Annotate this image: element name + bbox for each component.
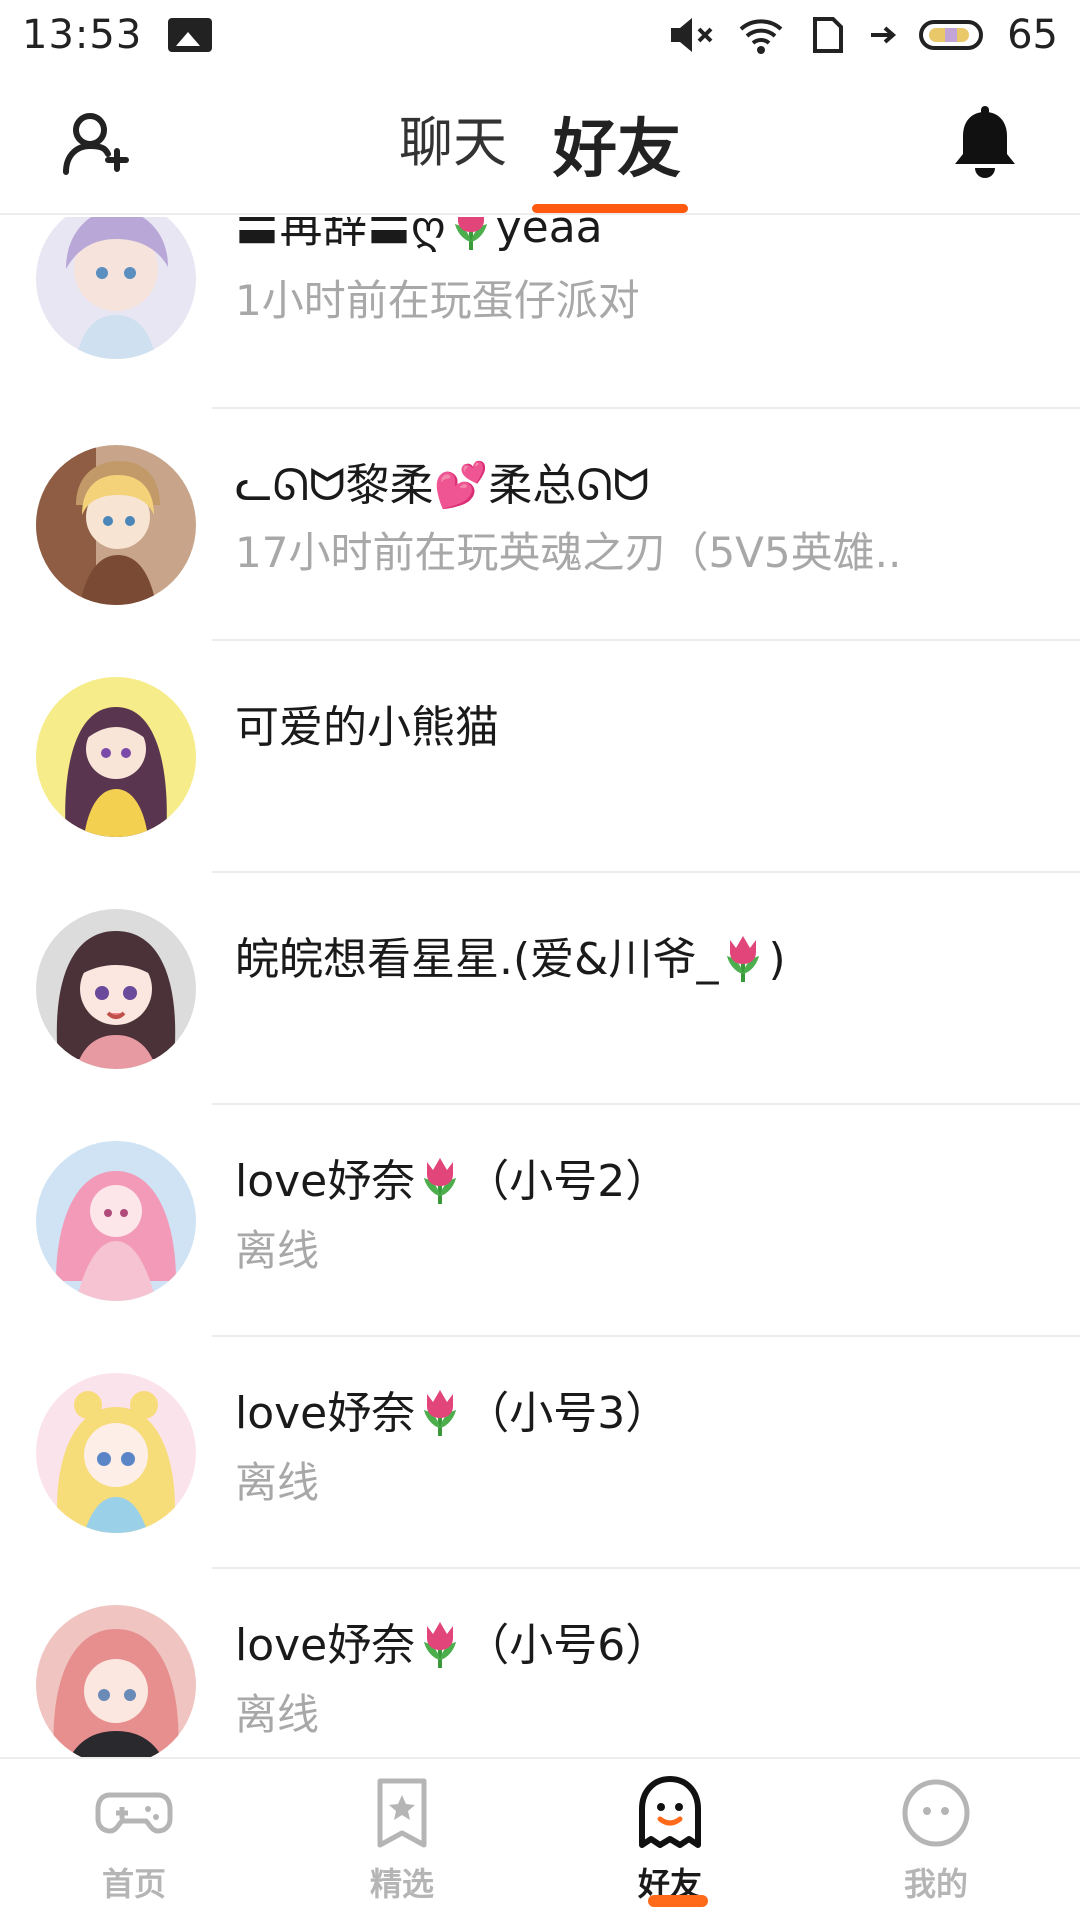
nav-featured[interactable]: 精选	[302, 1773, 502, 1905]
top-header: 聊天 好友	[0, 70, 1080, 215]
star-card-icon	[377, 1778, 427, 1848]
nav-home-label: 首页	[101, 1865, 166, 1903]
tulip-icon	[454, 217, 487, 250]
active-nav-indicator	[648, 1895, 708, 1907]
avatar	[36, 1605, 196, 1757]
wifi-icon	[737, 15, 785, 55]
avatar	[36, 909, 196, 1069]
friend-row[interactable]: 可爱的小熊猫	[0, 641, 1080, 873]
friends-list: 〓苒辞〓ღ yeaa 1小时前在玩蛋仔派对 ᓚᘏᗢ黎柔💕柔总ᘏᗢ 17小时前在玩英…	[0, 217, 1080, 1757]
friend-name: love妤奈 （小号6）	[235, 1620, 670, 1671]
friend-status: 1小时前在玩蛋仔派对	[235, 276, 640, 325]
tulip-icon	[424, 1158, 457, 1204]
tab-friends[interactable]: 好友	[549, 98, 685, 190]
battery-icon	[919, 18, 985, 52]
tulip-icon	[424, 1622, 457, 1668]
tulip-icon	[727, 936, 760, 982]
friend-row[interactable]: love妤奈 （小号6） 离线	[0, 1569, 1080, 1757]
avatar	[36, 217, 196, 359]
friend-name: love妤奈 （小号3）	[235, 1388, 670, 1439]
nav-featured-label: 精选	[369, 1865, 434, 1903]
top-tabs: 聊天 好友	[0, 98, 1080, 190]
avatar	[36, 1373, 196, 1533]
avatar	[36, 677, 196, 837]
bottom-nav: 首页 精选 好友 我的	[0, 1757, 1080, 1920]
active-tab-indicator	[532, 204, 688, 213]
friend-name: ᓚᘏᗢ黎柔💕柔总ᘏᗢ	[235, 460, 650, 511]
friend-status: 离线	[235, 1458, 320, 1507]
friend-row[interactable]: love妤奈 （小号3） 离线	[0, 1337, 1080, 1569]
tulip-icon	[424, 1390, 457, 1436]
status-bar: 13:53 65	[0, 0, 1080, 70]
nav-me[interactable]: 我的	[836, 1773, 1036, 1905]
bell-icon[interactable]	[950, 106, 1020, 182]
friend-name: 可爱的小熊猫	[235, 702, 499, 753]
friend-name: 〓苒辞〓ღ yeaa	[235, 217, 603, 255]
charging-arrow-icon	[869, 25, 897, 45]
friend-name: 皖皖想看星星.(爱&川爷_)	[235, 934, 786, 985]
friend-row[interactable]: ᓚᘏᗢ黎柔💕柔总ᘏᗢ 17小时前在玩英魂之刃（5V5英雄..	[0, 409, 1080, 641]
friend-status: 离线	[235, 1226, 320, 1275]
nav-me-label: 我的	[903, 1865, 968, 1903]
status-time: 13:53	[22, 12, 143, 58]
friend-status: 离线	[235, 1690, 320, 1739]
image-notification-icon	[168, 18, 213, 52]
gamepad-icon	[95, 1792, 173, 1834]
sim-icon	[807, 15, 847, 55]
battery-level: 65	[1007, 12, 1058, 58]
tab-chat[interactable]: 聊天	[395, 98, 511, 190]
screen: 13:53 65 聊天 好友 〓苒辞〓ღ yeaa 1小时前在玩蛋仔派对 ᓚᘏᗢ…	[0, 0, 1080, 1920]
nav-friends[interactable]: 好友	[570, 1773, 770, 1905]
friend-row[interactable]: 皖皖想看星星.(爱&川爷_)	[0, 873, 1080, 1105]
avatar	[36, 445, 196, 605]
nav-home[interactable]: 首页	[34, 1773, 234, 1905]
friend-name: love妤奈 （小号2）	[235, 1156, 670, 1207]
ghost-icon	[639, 1776, 701, 1848]
friend-row[interactable]: 〓苒辞〓ღ yeaa 1小时前在玩蛋仔派对	[0, 217, 1080, 409]
face-icon	[902, 1779, 970, 1847]
friend-row[interactable]: love妤奈 （小号2） 离线	[0, 1105, 1080, 1337]
friend-status: 17小时前在玩英魂之刃（5V5英雄..	[235, 528, 902, 577]
mute-icon	[669, 15, 715, 55]
avatar	[36, 1141, 196, 1301]
